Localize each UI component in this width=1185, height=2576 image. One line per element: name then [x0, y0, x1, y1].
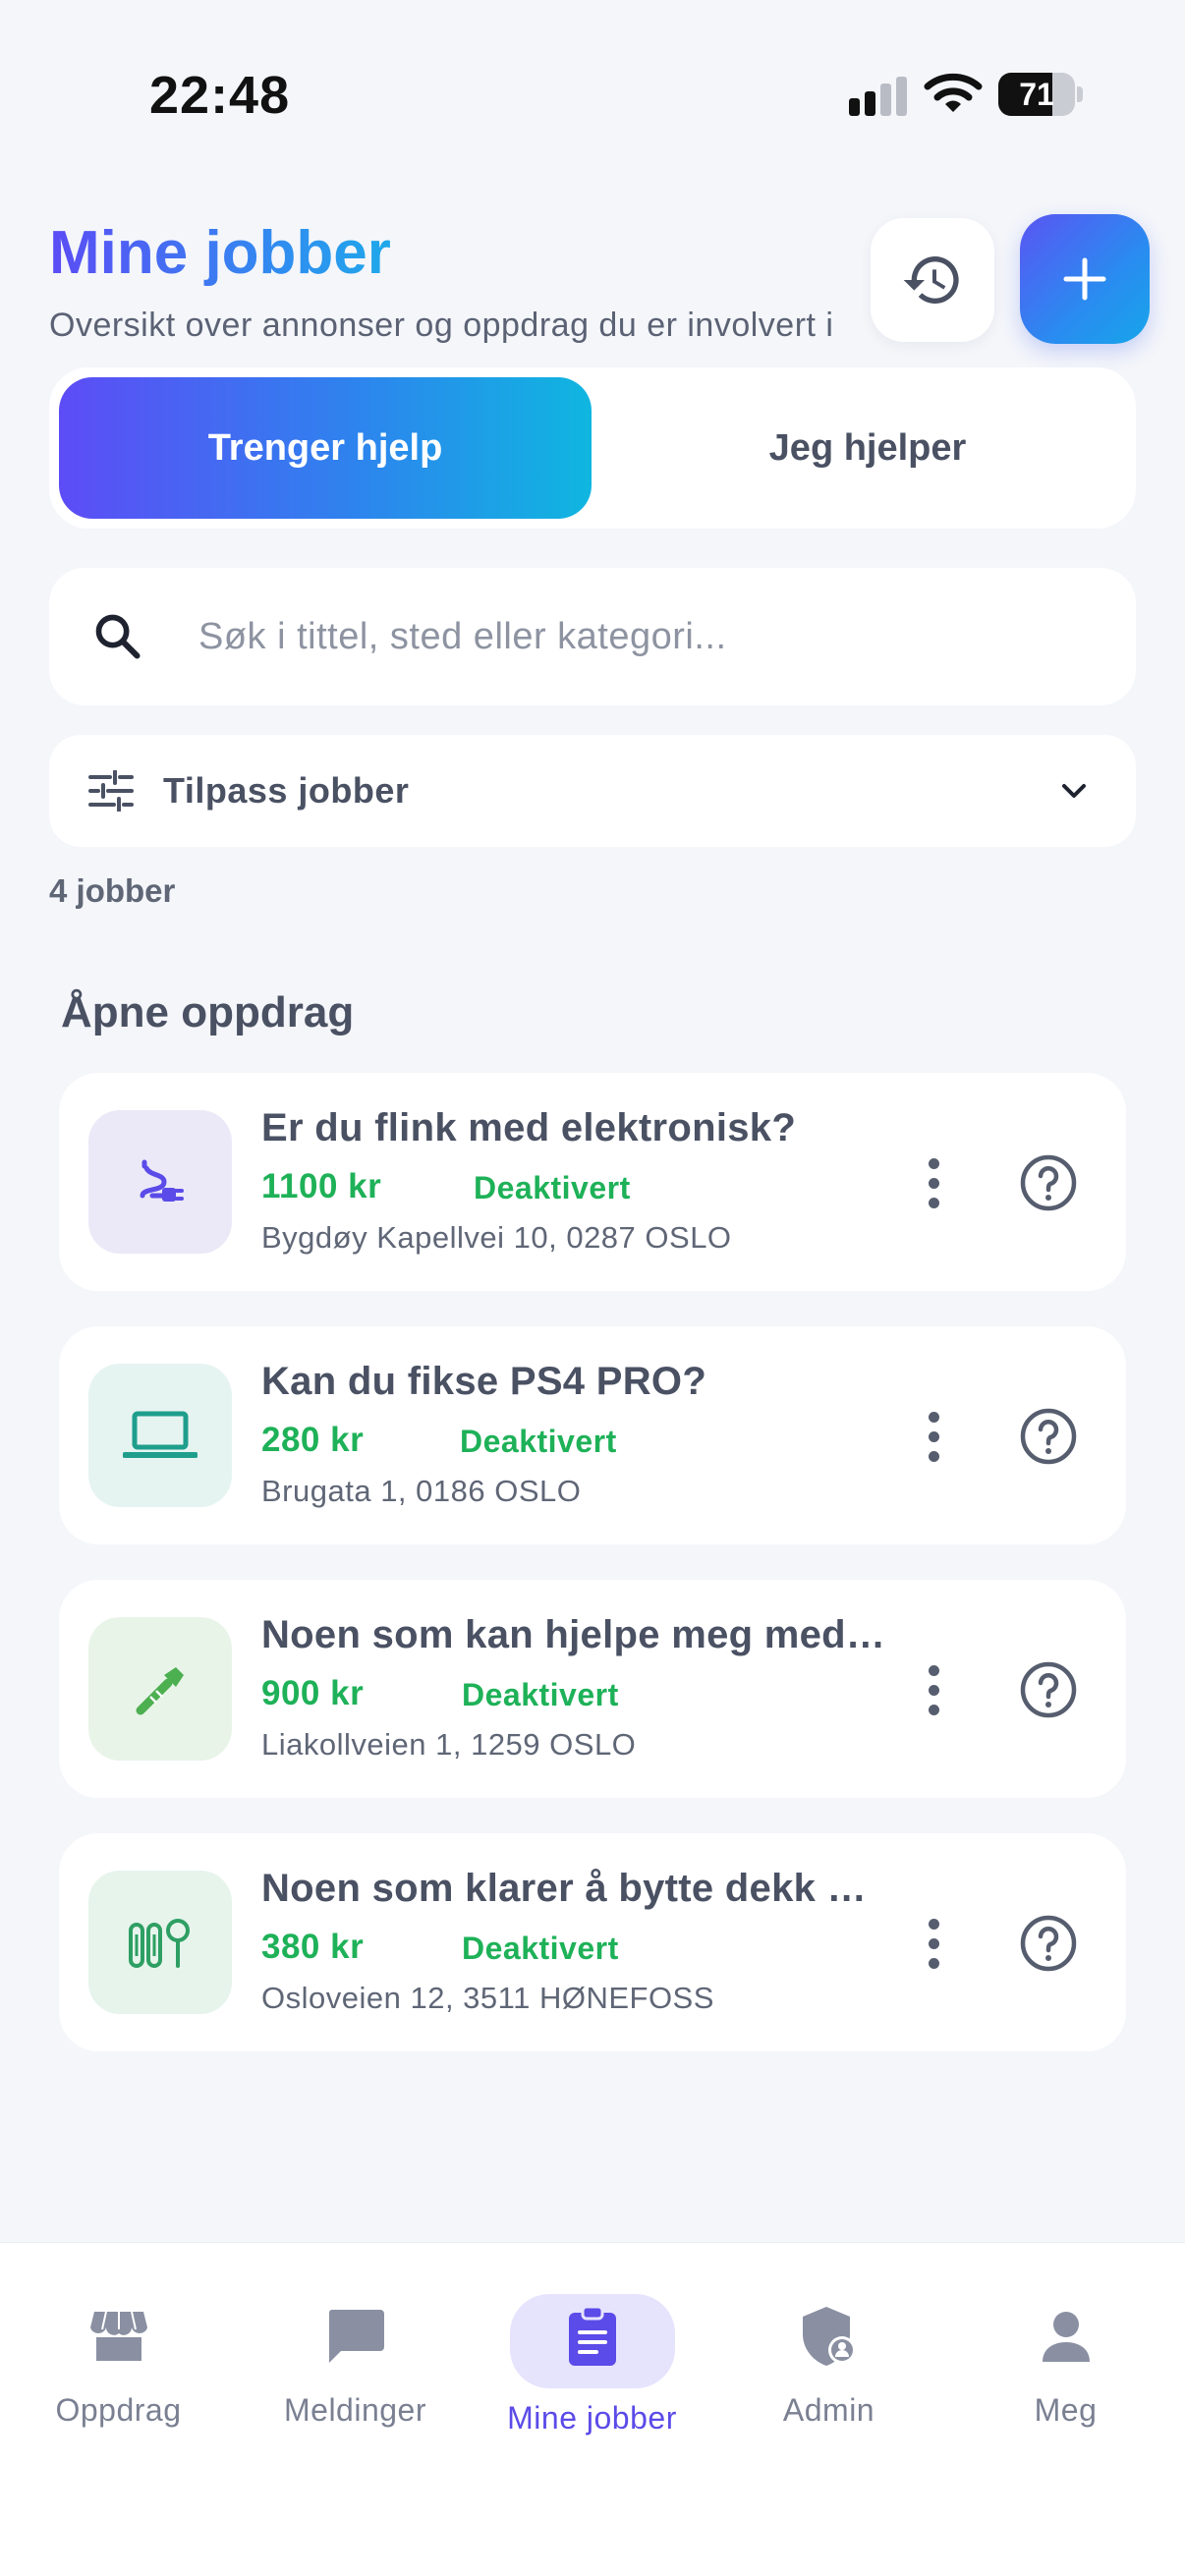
nav-label-meg: Meg	[1034, 2392, 1098, 2428]
history-icon	[903, 256, 959, 304]
tab-jeg-hjelper[interactable]: Jeg hjelper	[609, 377, 1126, 519]
more-options-button[interactable]	[914, 1904, 953, 1983]
job-status: Deaktivert	[462, 1677, 619, 1712]
battery-icon: 71	[998, 73, 1083, 116]
battery-percent: 71	[1019, 77, 1054, 112]
job-thumbnail	[88, 1364, 232, 1507]
store-icon	[85, 2302, 153, 2371]
page-title: Mine jobber	[49, 219, 391, 287]
cellular-signal-icon	[849, 77, 908, 116]
job-thumbnail	[88, 1871, 232, 2014]
help-icon[interactable]	[1019, 1407, 1078, 1466]
page-subtitle: Oversikt over annonser og oppdrag du er …	[49, 307, 834, 344]
job-title: Noen som kan hjelpe meg med rørleggerarb…	[261, 1613, 890, 1656]
laptop-icon	[123, 1408, 198, 1463]
job-title: Er du flink med elektronisk?	[261, 1106, 797, 1149]
job-title: Kan du fikse PS4 PRO?	[261, 1360, 707, 1403]
admin-shield-icon	[795, 2302, 864, 2371]
job-title: Noen som klarer å bytte dekk på bilen?	[261, 1867, 890, 1910]
customize-jobs-dropdown[interactable]: Tilpass jobber	[49, 735, 1136, 847]
chat-icon	[321, 2302, 390, 2371]
job-card[interactable]: Kan du fikse PS4 PRO? 280 kr Deaktivert Bru…	[59, 1326, 1126, 1544]
job-address: Brugata 1, 0186 OSLO	[261, 1474, 582, 1508]
help-icon[interactable]	[1019, 1153, 1078, 1212]
section-title: Åpne oppdrag	[61, 988, 355, 1036]
nav-label-mine-jobber: Mine jobber	[507, 2400, 677, 2436]
job-address: Bygdøy Kapellvei 10, 0287 OSLO	[261, 1220, 732, 1255]
tab-trenger-hjelp[interactable]: Trenger hjelp	[59, 377, 592, 519]
role-tabs: Trenger hjelp Jeg hjelper	[49, 367, 1136, 529]
wifi-icon	[924, 71, 983, 116]
help-icon[interactable]	[1019, 1914, 1078, 1973]
job-price: 900 kr	[261, 1674, 365, 1712]
job-address: Liakollveien 1, 1259 OSLO	[261, 1727, 637, 1762]
person-icon	[1032, 2302, 1100, 2371]
more-options-button[interactable]	[914, 1397, 953, 1476]
nav-label-admin: Admin	[782, 2392, 875, 2428]
filter-label: Tilpass jobber	[163, 770, 410, 811]
search-icon	[95, 614, 141, 659]
nav-item-meg[interactable]: Meg	[947, 2243, 1184, 2439]
job-address: Osloveien 12, 3511 HØNEFOSS	[261, 1981, 714, 2015]
job-price: 380 kr	[261, 1928, 365, 1966]
help-icon[interactable]	[1019, 1660, 1078, 1719]
job-status: Deaktivert	[462, 1931, 619, 1966]
job-card[interactable]: Noen som klarer å bytte dekk på bilen? 38…	[59, 1833, 1126, 2051]
nav-item-meldinger[interactable]: Meldinger	[237, 2243, 474, 2439]
nav-label-oppdrag: Oppdrag	[55, 2392, 182, 2428]
more-options-button[interactable]	[914, 1144, 953, 1222]
plug-icon	[129, 1150, 192, 1213]
search-input[interactable]	[198, 597, 1083, 676]
bottom-navigation: Oppdrag Meldinger Mine jobber Admin Meg	[0, 2242, 1185, 2576]
mine-jobber-screen: 22:48 71 Mine jobber Oversikt over annon…	[0, 0, 1185, 2576]
clipboard-icon	[558, 2302, 627, 2371]
plus-icon	[1063, 257, 1106, 301]
job-thumbnail	[88, 1617, 232, 1761]
more-options-button[interactable]	[914, 1651, 953, 1729]
job-count: 4 jobber	[49, 872, 176, 909]
garden-icon	[125, 1911, 196, 1974]
nav-item-mine-jobber[interactable]: Mine jobber	[474, 2243, 710, 2439]
job-thumbnail	[88, 1110, 232, 1254]
job-card[interactable]: Noen som kan hjelpe meg med rørleggerarb…	[59, 1580, 1126, 1798]
job-status: Deaktivert	[474, 1170, 631, 1205]
nav-item-admin[interactable]: Admin	[710, 2243, 947, 2439]
history-button[interactable]	[871, 218, 994, 342]
nav-label-meldinger: Meldinger	[283, 2392, 426, 2428]
job-price: 1100 kr	[261, 1167, 382, 1205]
job-card[interactable]: Er du flink med elektronisk? 1100 kr Deakt…	[59, 1073, 1126, 1291]
sliders-icon	[88, 770, 134, 812]
nav-item-oppdrag[interactable]: Oppdrag	[0, 2243, 237, 2439]
add-job-button[interactable]	[1020, 214, 1150, 344]
search-bar	[49, 568, 1136, 705]
job-price: 280 kr	[261, 1421, 365, 1459]
status-bar: 22:48 71	[0, 0, 1185, 187]
wrench-icon	[129, 1657, 192, 1720]
status-time: 22:48	[149, 66, 291, 125]
chevron-down-icon	[1062, 784, 1086, 798]
job-status: Deaktivert	[460, 1424, 617, 1459]
